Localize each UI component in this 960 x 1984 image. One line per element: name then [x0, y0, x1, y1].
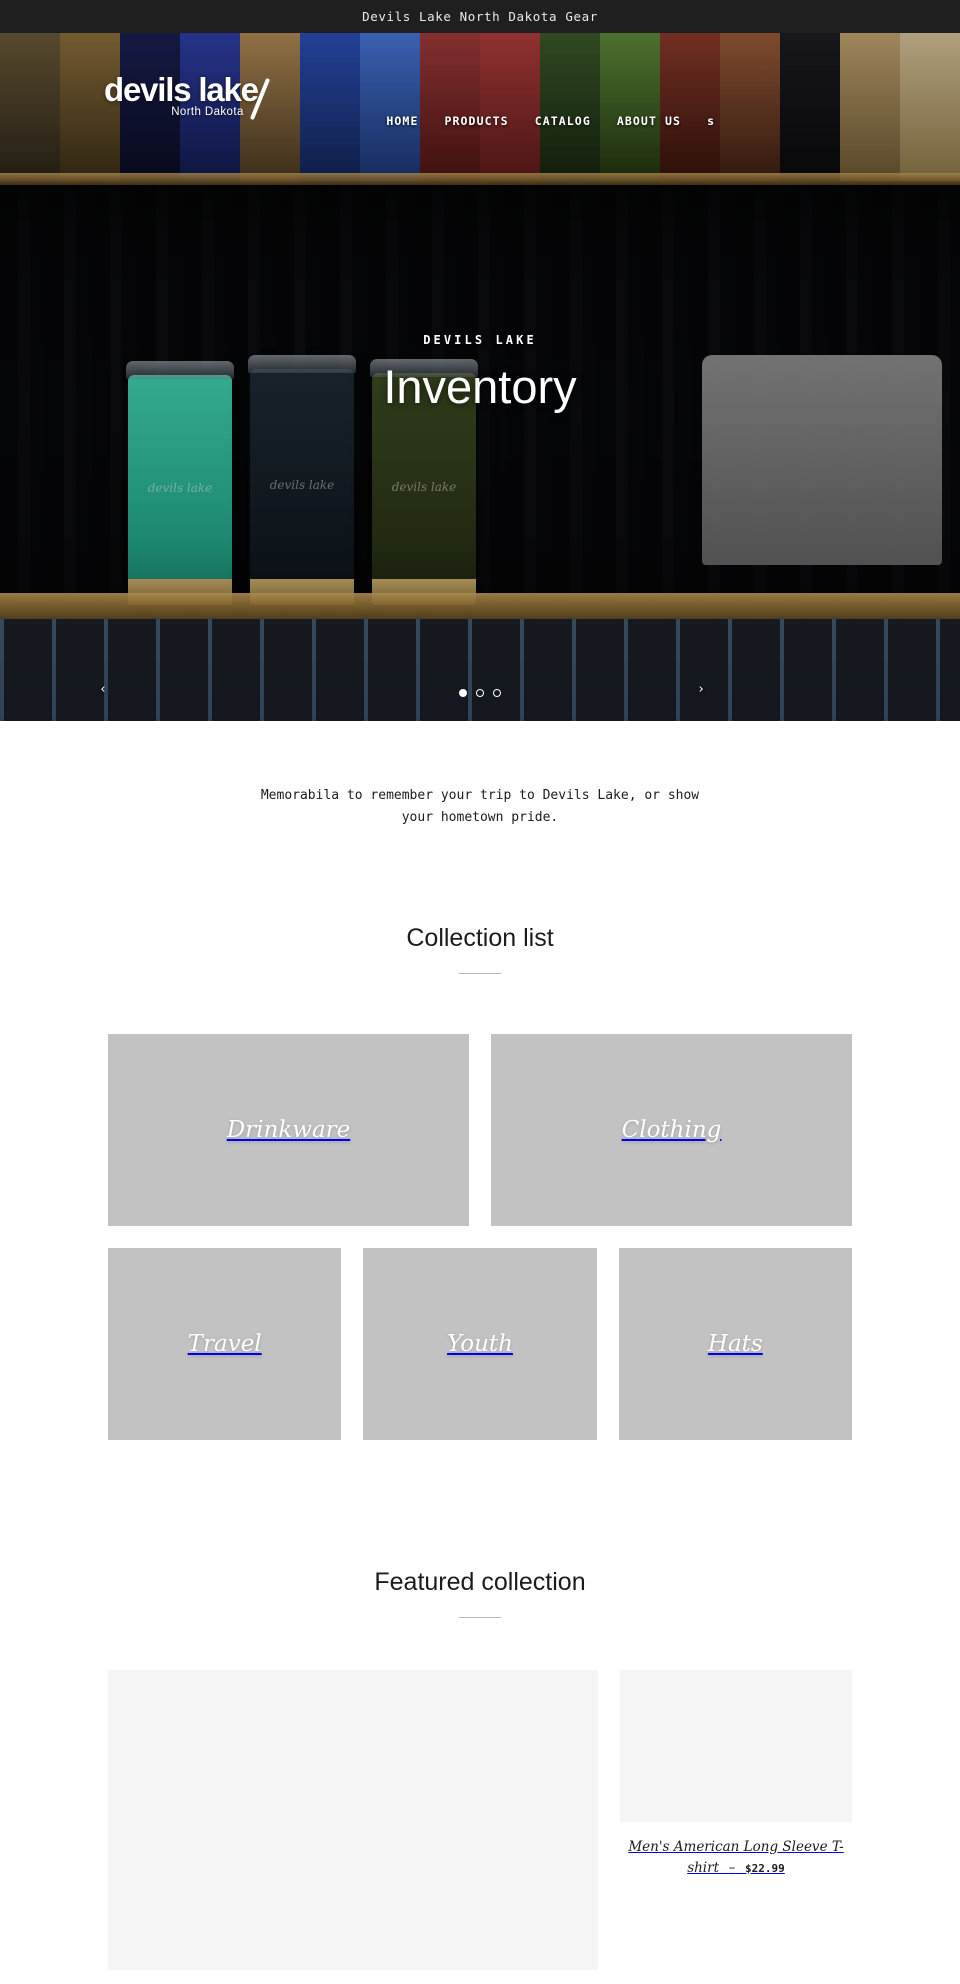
collection-tile-label: Youth [447, 1330, 513, 1357]
product-info [108, 1970, 598, 1984]
slideshow-dot-2[interactable] [476, 689, 484, 697]
slideshow-dot-3[interactable] [493, 689, 501, 697]
nav-item-home[interactable]: HOME [386, 114, 418, 128]
product-title: Men's American Long Sleeve T-shirt [628, 1838, 844, 1876]
collection-row-1: Drinkware Clothing [108, 1033, 852, 1226]
product-card[interactable]: Men's American Long Sleeve T-shirt – $22… [620, 1669, 852, 1879]
featured-collection-title: Featured collection [374, 1567, 586, 1596]
intro-text: Memorabila to remember your trip to Devi… [260, 788, 700, 826]
collection-tile-grid: Drinkware Clothing Travel Youth Hats [108, 1033, 852, 1440]
product-image [620, 1669, 852, 1822]
collection-list-heading: Collection list [0, 924, 960, 974]
logo-wordmark: devils lake [104, 71, 259, 108]
slideshow-dot-1[interactable] [459, 689, 467, 697]
featured-collection-section: Featured collection Men's American Long … [0, 1440, 960, 1984]
nav-item-products[interactable]: PRODUCTS [444, 114, 508, 128]
nav-item-catalog[interactable]: CATALOG [535, 114, 591, 128]
collection-tile-drinkware[interactable]: Drinkware [108, 1033, 469, 1226]
hero-copy: DEVILS LAKE Inventory [0, 333, 960, 414]
announcement-text: Devils Lake North Dakota Gear [362, 9, 598, 24]
slideshow-pagination [0, 689, 960, 697]
product-separator: – [728, 1859, 736, 1876]
site-header: devils lake North Dakota HOME PRODUCTS C… [0, 66, 960, 154]
collection-list-title: Collection list [406, 923, 554, 952]
logo-tagline: North Dakota [171, 106, 244, 118]
collection-row-2: Travel Youth Hats [108, 1247, 852, 1440]
product-info: Men's American Long Sleeve T-shirt – $22… [620, 1822, 852, 1879]
collection-tile-youth[interactable]: Youth [363, 1247, 597, 1440]
collection-tile-travel[interactable]: Travel [108, 1247, 342, 1440]
main-navigation: HOME PRODUCTS CATALOG ABOUT US s [386, 114, 714, 128]
collection-tile-label: Drinkware [226, 1116, 351, 1143]
intro-section: Memorabila to remember your trip to Devi… [0, 721, 960, 830]
announcement-bar: Devils Lake North Dakota Gear [0, 0, 960, 33]
collection-tile-label: Travel [187, 1330, 262, 1357]
collection-tile-label: Clothing [621, 1116, 722, 1143]
search-icon[interactable]: s [707, 114, 714, 128]
product-image [108, 1669, 598, 1970]
collection-tile-label: Hats [707, 1330, 763, 1357]
hero-title: Inventory [383, 360, 577, 413]
collection-list-section: Collection list Drinkware Clothing Trave… [0, 830, 960, 1440]
product-price: $22.99 [745, 1861, 785, 1875]
product-card[interactable] [108, 1669, 598, 1984]
featured-product-grid: Men's American Long Sleeve T-shirt – $22… [108, 1669, 852, 1984]
heading-rule [459, 972, 501, 974]
collection-tile-clothing[interactable]: Clothing [491, 1033, 852, 1226]
featured-collection-heading: Featured collection [0, 1568, 960, 1618]
collection-tile-hats[interactable]: Hats [618, 1247, 852, 1440]
heading-rule [459, 1616, 501, 1618]
hero-kicker: DEVILS LAKE [423, 333, 537, 347]
hero-slideshow: devils lake devils lake devils lake devi… [0, 33, 960, 721]
nav-item-about-us[interactable]: ABOUT US [617, 114, 681, 128]
site-logo[interactable]: devils lake North Dakota [104, 71, 270, 121]
